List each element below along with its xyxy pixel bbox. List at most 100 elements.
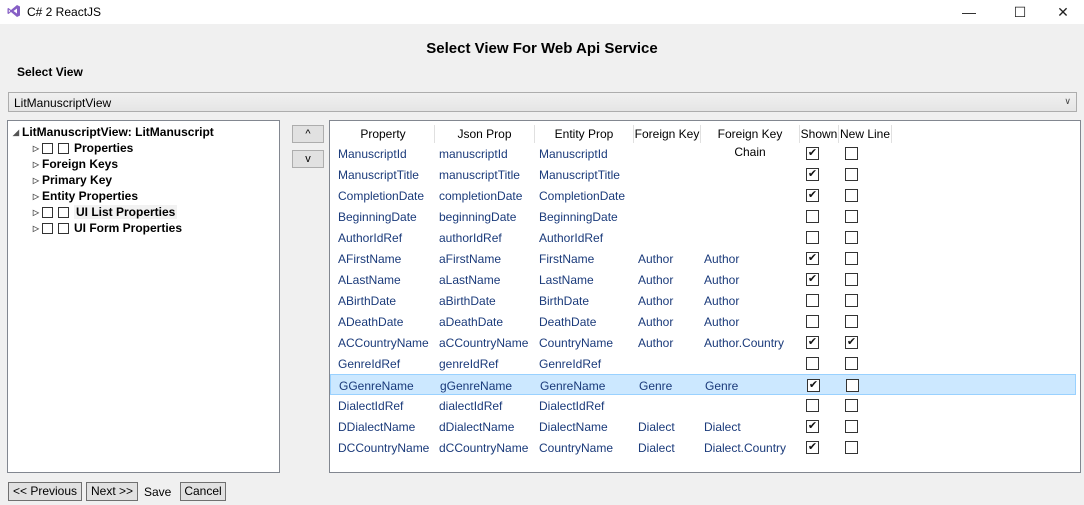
table-row[interactable]: AFirstName aFirstName FirstName Author Autho…	[330, 248, 1076, 269]
shown-checkbox[interactable]: ✔	[806, 168, 819, 181]
tree-root[interactable]: ◢ LitManuscriptView: LitManuscript	[10, 124, 214, 140]
column-header-property[interactable]: Property	[332, 125, 435, 143]
table-cell: Author	[638, 315, 674, 329]
table-cell: aDeathDate	[439, 315, 504, 329]
shown-checkbox[interactable]: ✔	[806, 189, 819, 202]
table-row[interactable]: BeginningDate beginningDate BeginningDate	[330, 206, 1076, 227]
shown-checkbox[interactable]: ✔	[806, 441, 819, 454]
shown-checkbox[interactable]: ✔	[806, 147, 819, 160]
new-line-checkbox[interactable]	[845, 252, 858, 265]
column-header-new-line[interactable]: New Line	[839, 125, 892, 143]
table-row[interactable]: DialectIdRef dialectIdRef DialectIdRef	[330, 395, 1076, 416]
shown-checkbox[interactable]	[806, 315, 819, 328]
new-line-checkbox[interactable]	[845, 399, 858, 412]
column-header-entity-prop[interactable]: Entity Prop	[535, 125, 634, 143]
expand-icon[interactable]: ▷	[30, 224, 42, 233]
column-header-shown[interactable]: Shown	[800, 125, 839, 143]
new-line-checkbox[interactable]: ✔	[845, 336, 858, 349]
new-line-checkbox[interactable]	[845, 168, 858, 181]
table-cell: Dialect	[704, 420, 741, 434]
shown-checkbox[interactable]	[806, 399, 819, 412]
table-cell: ACCountryName	[338, 336, 429, 350]
column-header-foreign-key[interactable]: Foreign Key	[634, 125, 701, 143]
new-line-checkbox[interactable]	[845, 315, 858, 328]
new-line-checkbox[interactable]	[845, 441, 858, 454]
shown-checkbox[interactable]	[806, 210, 819, 223]
tree-item-foreign-keys[interactable]: ▷ Foreign Keys	[30, 156, 118, 172]
shown-checkbox[interactable]: ✔	[806, 273, 819, 286]
new-line-checkbox[interactable]	[845, 357, 858, 370]
table-cell: beginningDate	[439, 210, 517, 224]
properties-grid[interactable]: Property Json Prop Entity Prop Foreign K…	[329, 120, 1081, 473]
shown-checkbox[interactable]: ✔	[807, 379, 820, 392]
expand-icon[interactable]: ▷	[30, 176, 42, 185]
table-row[interactable]: AuthorIdRef authorIdRef AuthorIdRef	[330, 227, 1076, 248]
shown-checkbox[interactable]: ✔	[806, 420, 819, 433]
table-cell: Genre	[639, 379, 673, 393]
view-select-value: LitManuscriptView	[14, 96, 112, 110]
new-line-checkbox[interactable]	[845, 147, 858, 160]
checkbox[interactable]	[42, 206, 53, 218]
maximize-button[interactable]: ☐	[997, 0, 1043, 24]
shown-checkbox[interactable]	[806, 357, 819, 370]
table-row[interactable]: CompletionDate completionDate CompletionDa…	[330, 185, 1076, 206]
checkbox[interactable]	[42, 142, 53, 154]
shown-checkbox[interactable]: ✔	[806, 252, 819, 265]
table-row[interactable]: DCCountryName dCCountryName CountryName Dia…	[330, 437, 1076, 458]
new-line-checkbox[interactable]	[846, 379, 859, 392]
table-row[interactable]: GGenreName gGenreName GenreName Genre Genre ✔	[330, 374, 1076, 395]
table-row[interactable]: ALastName aLastName LastName Author Author ✔	[330, 269, 1076, 290]
new-line-checkbox[interactable]	[845, 294, 858, 307]
table-cell: Dialect	[638, 441, 675, 455]
move-down-button[interactable]: v	[292, 150, 324, 168]
table-cell: Author	[638, 252, 674, 266]
tree-item-ui-list-properties[interactable]: ▷ UI List Properties	[30, 204, 178, 220]
table-cell: Author	[704, 252, 740, 266]
cancel-button[interactable]: Cancel	[180, 482, 226, 501]
property-tree[interactable]: ◢ LitManuscriptView: LitManuscript ▷ Pro…	[7, 120, 280, 473]
column-header-foreign-key-chain[interactable]: Foreign Key Chain	[701, 125, 800, 159]
new-line-checkbox[interactable]	[845, 231, 858, 244]
expand-icon[interactable]: ▷	[30, 144, 42, 153]
minimize-button[interactable]: —	[946, 0, 992, 24]
tree-item-ui-form-properties[interactable]: ▷ UI Form Properties	[30, 220, 182, 236]
tree-item-entity-properties[interactable]: ▷ Entity Properties	[30, 188, 138, 204]
expand-icon[interactable]: ▷	[30, 160, 42, 169]
table-cell: ManuscriptId	[338, 147, 407, 161]
table-row[interactable]: GenreIdRef genreIdRef GenreIdRef	[330, 353, 1076, 374]
close-button[interactable]: ✕	[1040, 0, 1084, 24]
new-line-checkbox[interactable]	[845, 210, 858, 223]
shown-checkbox[interactable]	[806, 231, 819, 244]
table-cell: Author.Country	[704, 336, 785, 350]
expand-icon[interactable]: ▷	[30, 192, 42, 201]
table-cell: manuscriptId	[439, 147, 508, 161]
expand-icon[interactable]: ▷	[30, 208, 42, 217]
table-cell: Genre	[705, 379, 739, 393]
table-cell: ManuscriptTitle	[539, 168, 620, 182]
tree-item-properties[interactable]: ▷ Properties	[30, 140, 133, 156]
new-line-checkbox[interactable]	[845, 273, 858, 286]
column-header-json-prop[interactable]: Json Prop	[435, 125, 535, 143]
table-row[interactable]: ManuscriptTitle manuscriptTitle Manuscript…	[330, 164, 1076, 185]
checkbox[interactable]	[58, 206, 69, 218]
shown-checkbox[interactable]: ✔	[806, 336, 819, 349]
table-row[interactable]: ACCountryName aCCountryName CountryName Aut…	[330, 332, 1076, 353]
collapse-icon[interactable]: ◢	[10, 128, 22, 137]
next-button[interactable]: Next >>	[86, 482, 138, 501]
new-line-checkbox[interactable]	[845, 420, 858, 433]
checkbox[interactable]	[58, 222, 69, 234]
table-row[interactable]: ADeathDate aDeathDate DeathDate Author Autho…	[330, 311, 1076, 332]
table-row[interactable]: ManuscriptId manuscriptId ManuscriptId ✔	[330, 143, 1076, 164]
view-select[interactable]: LitManuscriptView ∨	[8, 92, 1077, 112]
previous-button[interactable]: << Previous	[8, 482, 82, 501]
table-row[interactable]: DDialectName dDialectName DialectName Diale…	[330, 416, 1076, 437]
new-line-checkbox[interactable]	[845, 189, 858, 202]
checkbox[interactable]	[58, 142, 69, 154]
table-row[interactable]: ABirthDate aBirthDate BirthDate Author Autho…	[330, 290, 1076, 311]
table-cell: authorIdRef	[439, 231, 502, 245]
checkbox[interactable]	[42, 222, 53, 234]
save-button[interactable]: Save	[144, 485, 171, 499]
move-up-button[interactable]: ^	[292, 125, 324, 143]
shown-checkbox[interactable]	[806, 294, 819, 307]
tree-item-primary-key[interactable]: ▷ Primary Key	[30, 172, 112, 188]
